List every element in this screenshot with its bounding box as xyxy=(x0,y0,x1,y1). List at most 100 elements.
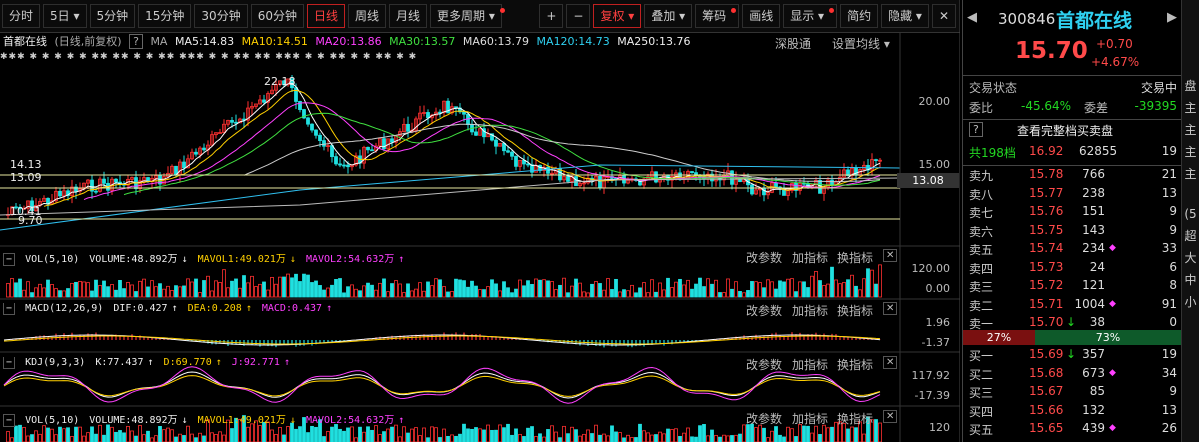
level-label: 卖六 xyxy=(969,224,994,239)
volume-bar xyxy=(534,436,538,442)
sell-level-row[interactable]: 卖三 15.72 121 8 xyxy=(963,278,1181,297)
side-tab[interactable]: (5 xyxy=(1182,203,1199,225)
volume-bar xyxy=(306,274,310,298)
volume-bar xyxy=(338,278,342,298)
candle-body xyxy=(738,178,742,183)
volume-bar xyxy=(130,430,134,442)
volume-bar xyxy=(702,286,706,298)
change-params-button[interactable]: 改参数 xyxy=(746,410,782,427)
level-count: 26 xyxy=(1161,421,1177,435)
volume-bar xyxy=(454,435,458,442)
volume-bar xyxy=(150,280,154,298)
side-tab[interactable]: 主 xyxy=(1182,141,1199,163)
volume-bar xyxy=(134,291,138,298)
level-price: 15.76 xyxy=(1029,204,1064,218)
full-book-label: 查看完整档买卖盘 xyxy=(1017,124,1114,138)
volume-bar xyxy=(314,426,318,442)
volume-bar xyxy=(182,285,186,298)
arrow-right-icon[interactable]: ▶ xyxy=(1167,10,1177,25)
add-indicator-button[interactable]: 加指标 xyxy=(792,249,828,266)
volume-bar xyxy=(778,280,782,298)
add-indicator-button[interactable]: 加指标 xyxy=(792,410,828,427)
buy-level-row[interactable]: 买二 15.68 673 ◆ 34 xyxy=(963,366,1181,385)
volume-bar xyxy=(254,286,258,298)
add-indicator-button[interactable]: 加指标 xyxy=(792,302,828,319)
candle-body xyxy=(750,184,754,195)
change-params-button[interactable]: 改参数 xyxy=(746,356,782,373)
switch-indicator-button[interactable]: 换指标 xyxy=(837,249,873,266)
volume-bar xyxy=(418,435,422,442)
sell-level-row[interactable]: 卖七 15.76 151 9 xyxy=(963,204,1181,223)
buy-level-row[interactable]: 买三 15.67 85 9 xyxy=(963,384,1181,403)
volume-bar xyxy=(38,283,42,298)
panel-value: MAVOL1:49.021万 xyxy=(197,254,286,265)
sell-level-row[interactable]: 卖五 15.74 234 ◆ 33 xyxy=(963,241,1181,260)
volume-bar xyxy=(846,279,850,298)
panel-value: VOLUME:48.892万 xyxy=(89,254,178,265)
volume-bar xyxy=(730,435,734,442)
kline-chart[interactable] xyxy=(0,0,960,442)
side-tab[interactable]: 盘 xyxy=(1182,75,1199,97)
candle-body xyxy=(314,129,318,136)
panel-value: K:77.437 xyxy=(95,357,144,368)
volume-bar xyxy=(722,292,726,298)
volume-bar xyxy=(318,285,322,298)
switch-indicator-button[interactable]: 换指标 xyxy=(837,356,873,373)
sell-level-row[interactable]: 卖六 15.75 143 9 xyxy=(963,223,1181,242)
close-panel-icon[interactable]: ✕ xyxy=(883,356,898,369)
volume-bar xyxy=(618,432,622,442)
volume-bar xyxy=(690,436,694,442)
close-panel-icon[interactable]: ✕ xyxy=(883,302,898,315)
close-panel-icon[interactable]: ✕ xyxy=(883,249,898,262)
volume-bar xyxy=(590,283,594,298)
side-tab[interactable]: 中 xyxy=(1182,269,1199,291)
volume-bar xyxy=(78,281,82,298)
switch-indicator-button[interactable]: 换指标 xyxy=(837,410,873,427)
volume-bar xyxy=(154,435,158,442)
volume-bar xyxy=(546,429,550,442)
arrow-left-icon[interactable]: ◀ xyxy=(967,10,977,25)
volume-bar xyxy=(322,289,326,298)
change-params-button[interactable]: 改参数 xyxy=(746,249,782,266)
total-price: 16.92 xyxy=(1029,144,1064,158)
full-book-link[interactable]: ? 查看完整档买卖盘 xyxy=(963,122,1181,141)
change-params-button[interactable]: 改参数 xyxy=(746,302,782,319)
sell-level-row[interactable]: 卖八 15.77 238 13 xyxy=(963,186,1181,205)
level-volume: 85 xyxy=(1089,384,1105,398)
volume-bar xyxy=(402,426,406,442)
level-label: 卖四 xyxy=(969,261,994,276)
level-count: 21 xyxy=(1161,167,1177,181)
panel-toggle-icon[interactable]: − xyxy=(3,253,16,266)
switch-indicator-button[interactable]: 换指标 xyxy=(837,302,873,319)
panel-toggle-icon[interactable]: − xyxy=(3,414,16,427)
volume-bar xyxy=(258,283,262,298)
close-panel-icon[interactable]: ✕ xyxy=(883,410,898,423)
buy-level-row[interactable]: 买五 15.65 439 ◆ 26 xyxy=(963,421,1181,440)
sell-level-row[interactable]: 卖九 15.78 766 21 xyxy=(963,167,1181,186)
add-indicator-button[interactable]: 加指标 xyxy=(792,356,828,373)
volume-bar xyxy=(842,282,846,298)
side-tab[interactable]: 小 xyxy=(1182,291,1199,313)
buy-level-row[interactable]: 买四 15.66 132 13 xyxy=(963,403,1181,422)
panel-toggle-icon[interactable]: − xyxy=(3,357,16,369)
volume-bar xyxy=(366,282,370,298)
side-tab[interactable]: 主 xyxy=(1182,97,1199,119)
side-tab[interactable]: 主 xyxy=(1182,119,1199,141)
level-price: 15.70 xyxy=(1029,315,1064,329)
sell-level-row[interactable]: 卖四 15.73 24 6 xyxy=(963,260,1181,279)
sell-level-row[interactable]: 卖二 15.71 1004 ◆ 91 xyxy=(963,297,1181,316)
volume-bar xyxy=(478,428,482,442)
volume-bar xyxy=(162,429,166,442)
volume-bar xyxy=(434,278,438,298)
volume-bar xyxy=(482,289,486,298)
volume-bar xyxy=(446,291,450,298)
volume-bar xyxy=(246,282,250,298)
side-tab[interactable]: 大 xyxy=(1182,247,1199,269)
side-tab[interactable]: 超 xyxy=(1182,225,1199,247)
volume-bar xyxy=(382,278,386,298)
volume-bar xyxy=(830,266,834,298)
panel-toggle-icon[interactable]: − xyxy=(3,303,16,315)
volume-bar xyxy=(642,282,646,298)
buy-level-row[interactable]: 买一 15.69 ↓ 357 19 xyxy=(963,347,1181,366)
side-tab[interactable]: 主 xyxy=(1182,163,1199,185)
